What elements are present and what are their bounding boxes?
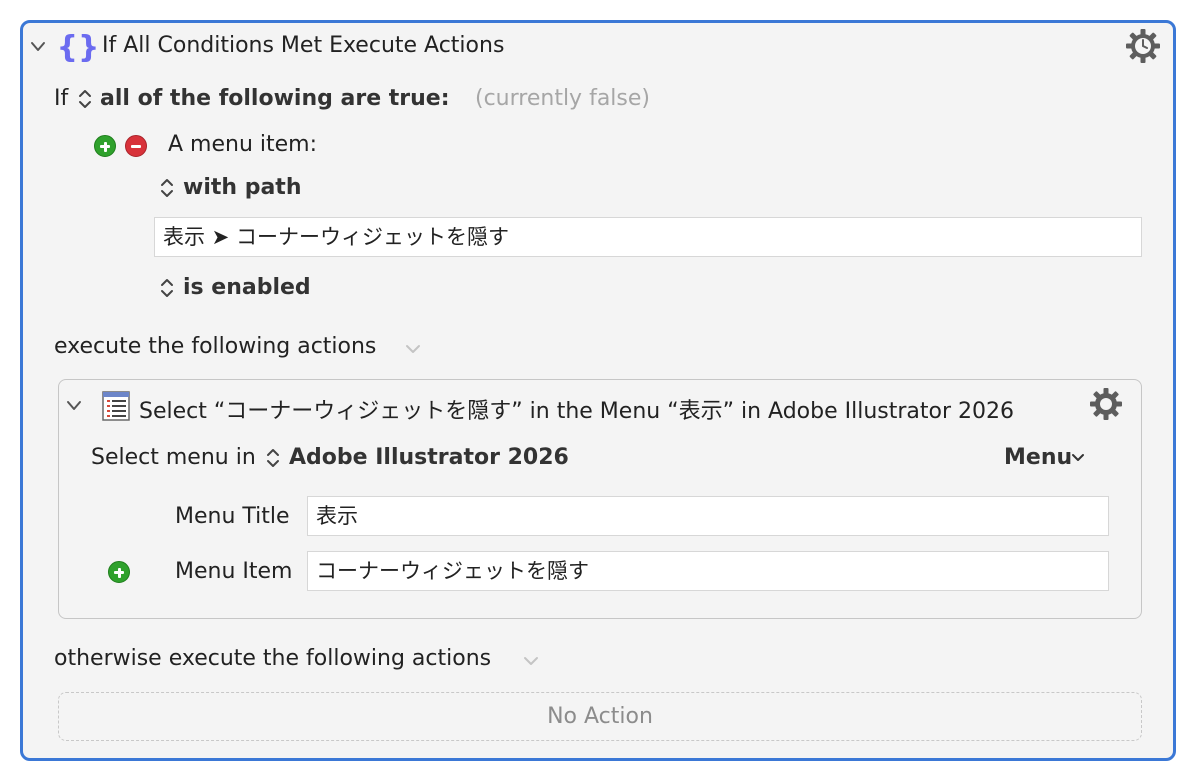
dropdown-chevron-icon[interactable] bbox=[1070, 452, 1086, 464]
gear-icon[interactable] bbox=[1088, 386, 1124, 422]
updown-icon[interactable] bbox=[160, 177, 174, 199]
if-label: If bbox=[54, 86, 69, 111]
otherwise-actions-label: otherwise execute the following actions bbox=[54, 646, 492, 671]
updown-icon[interactable] bbox=[266, 447, 280, 469]
braces-icon: {} bbox=[60, 30, 96, 64]
state-popup[interactable]: is enabled bbox=[183, 275, 311, 300]
condition-mode-popup[interactable]: all of the following are true: bbox=[100, 86, 450, 111]
chevron-down-icon[interactable] bbox=[522, 655, 540, 667]
svg-text:{}: {} bbox=[60, 30, 96, 64]
path-mode-popup[interactable]: with path bbox=[183, 175, 301, 200]
menu-title-field[interactable]: 表示 bbox=[307, 496, 1109, 536]
collapse-chevron-icon[interactable] bbox=[30, 40, 46, 54]
menu-item-label: Menu Item bbox=[175, 559, 293, 584]
app-popup[interactable]: Adobe Illustrator 2026 bbox=[289, 445, 569, 470]
chevron-down-icon[interactable] bbox=[404, 343, 422, 355]
collapse-chevron-icon[interactable] bbox=[66, 399, 82, 413]
add-menu-item-button[interactable] bbox=[108, 561, 130, 583]
menu-list-icon bbox=[102, 391, 130, 421]
add-condition-button[interactable] bbox=[94, 135, 116, 157]
updown-icon[interactable] bbox=[160, 277, 174, 299]
no-action-dropzone[interactable]: No Action bbox=[58, 692, 1142, 741]
menu-item-field[interactable]: コーナーウィジェットを隠す bbox=[307, 551, 1109, 591]
action-title: Select “コーナーウィジェットを隠す” in the Menu “表示” … bbox=[139, 399, 1014, 424]
remove-icon bbox=[131, 145, 141, 148]
condition-status: (currently false) bbox=[475, 86, 650, 111]
execute-actions-label: execute the following actions bbox=[54, 334, 377, 359]
updown-icon[interactable] bbox=[78, 88, 92, 110]
menu-dropdown[interactable]: Menu bbox=[1004, 445, 1072, 470]
gear-clock-icon[interactable] bbox=[1124, 27, 1162, 65]
if-block-title: If All Conditions Met Execute Actions bbox=[102, 33, 505, 58]
menu-title-label: Menu Title bbox=[175, 504, 290, 529]
select-menu-label: Select menu in bbox=[91, 445, 256, 470]
menu-path-field[interactable]: 表示 ➤ コーナーウィジェットを隠す bbox=[154, 217, 1142, 257]
remove-condition-button[interactable] bbox=[125, 135, 147, 157]
condition-label: A menu item: bbox=[168, 132, 318, 157]
